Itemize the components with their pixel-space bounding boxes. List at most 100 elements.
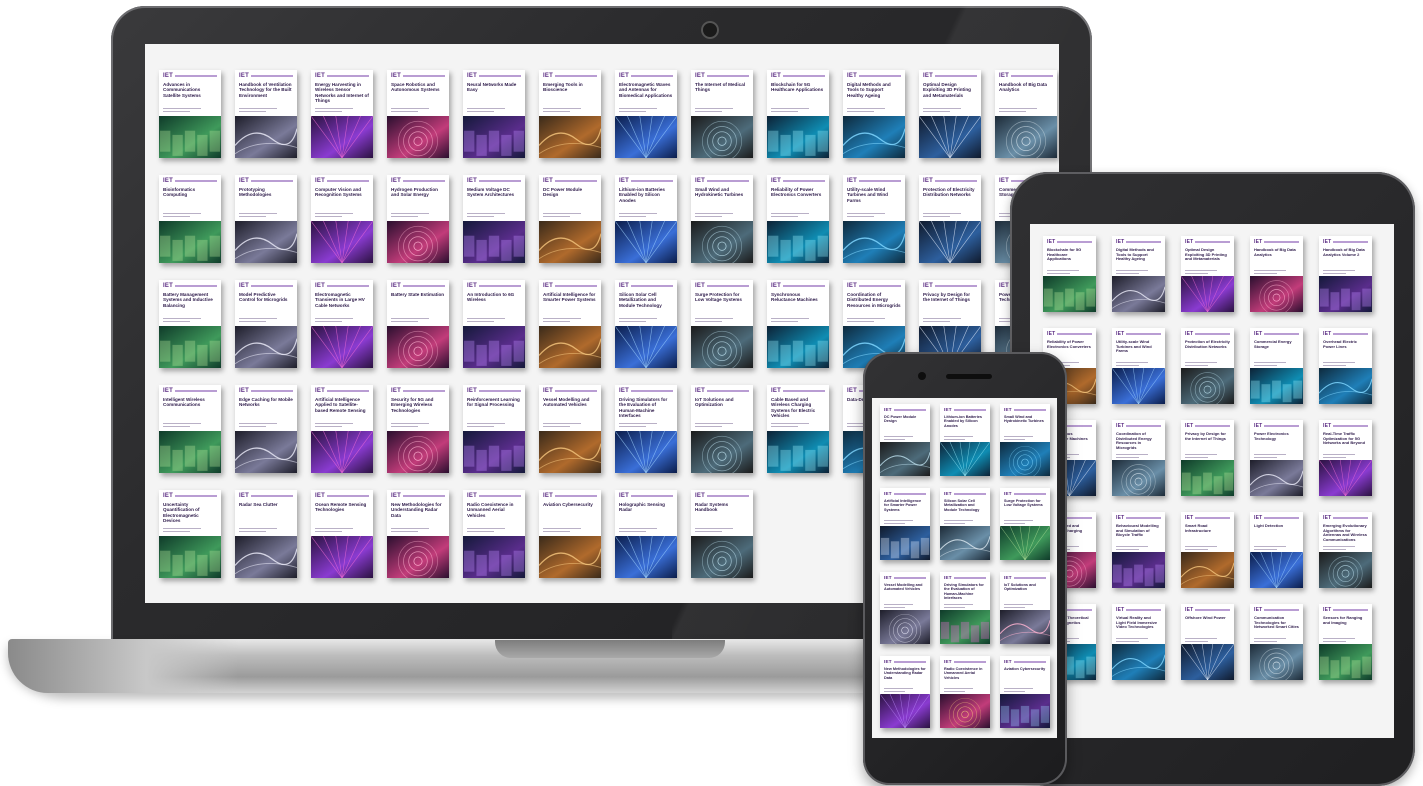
- book-title: Energy Harvesting in Wireless Sensor Net…: [315, 82, 369, 103]
- tablet-book-cover[interactable]: IET Communication Technologies for Networ…: [1250, 604, 1303, 680]
- tablet-book-cover[interactable]: IET Overhead Electric Power Lines: [1319, 328, 1372, 404]
- laptop-book-cover[interactable]: IET Reliability of Power Electronics Conv…: [767, 175, 829, 263]
- laptop-book-cover[interactable]: IET Battery State Estimation: [387, 280, 449, 368]
- phone-book-cover[interactable]: IET DC Power Module Design: [880, 404, 930, 476]
- laptop-book-cover[interactable]: IET Uncertainty Quantification of Electro…: [159, 490, 221, 578]
- laptop-book-cover[interactable]: IET Bioinformatics Computing: [159, 175, 221, 263]
- phone-book-cover[interactable]: IET New Methodologies for Understanding R…: [880, 656, 930, 728]
- laptop-book-cover[interactable]: IET Utility-scale Wind Turbines and Wind …: [843, 175, 905, 263]
- laptop-book-cover[interactable]: IET Silicon Solar Cell Metallization and …: [615, 280, 677, 368]
- tablet-book-cover[interactable]: IET Sensors for Ranging and Imaging: [1319, 604, 1372, 680]
- cover-image: [1319, 459, 1372, 496]
- phone-book-cover[interactable]: IET Lithium-ion Batteries Enabled by Sili…: [940, 404, 990, 476]
- laptop-book-cover[interactable]: IET Ocean Remote Sensing Technologies: [311, 490, 373, 578]
- book-title: Security for 5G and Emerging Wireless Te…: [391, 397, 434, 413]
- laptop-book-cover[interactable]: IET Small Wind and Hydrokinetic Turbines: [691, 175, 753, 263]
- laptop-book-cover[interactable]: IET DC Power Module Design: [539, 175, 601, 263]
- logo-rule: [478, 390, 521, 392]
- phone-book-cover[interactable]: IET IoT Solutions and Optimization: [1000, 572, 1050, 644]
- cover-meta-lines: [539, 314, 601, 326]
- laptop-book-cover[interactable]: IET Radar Sea Clutter: [235, 490, 297, 578]
- laptop-book-cover[interactable]: IET Electromagnetic Transients in Large H…: [311, 280, 373, 368]
- tablet-book-cover[interactable]: IET Coordination of Distributed Energy Re…: [1112, 420, 1165, 496]
- tablet-book-cover[interactable]: IET Blockchain for 5G Healthcare Applicat…: [1043, 236, 1096, 312]
- phone-book-cover[interactable]: IET Surge Protection for Low Voltage Syst…: [1000, 488, 1050, 560]
- tablet-book-cover[interactable]: IET Real-Time Traffic Optimization for 5G…: [1319, 420, 1372, 496]
- laptop-book-cover[interactable]: IET Advances in Communications Satellite …: [159, 70, 221, 158]
- logo-rule: [1126, 333, 1161, 335]
- laptop-book-cover[interactable]: IET Cable Based and Wireless Charging Sys…: [767, 385, 829, 473]
- logo-rule: [1333, 425, 1368, 427]
- laptop-book-cover[interactable]: IET Vessel Modelling and Automated Vehicl…: [539, 385, 601, 473]
- laptop-book-cover[interactable]: IET Handbook of Big Data Analytics: [995, 70, 1057, 158]
- tablet-book-cover[interactable]: IET Offshore Wind Power: [1181, 604, 1234, 680]
- phone-book-cover[interactable]: IET Driving Simulators for the Evaluation…: [940, 572, 990, 644]
- tablet-book-cover[interactable]: IET Handbook of Big Data Analytics: [1250, 236, 1303, 312]
- logo-rule: [782, 285, 825, 287]
- laptop-book-cover[interactable]: IET Security for 5G and Emerging Wireless…: [387, 385, 449, 473]
- laptop-book-cover[interactable]: IET Protection of Electricity Distributio…: [919, 175, 981, 263]
- laptop-book-cover[interactable]: IET Blockchain for 5G Healthcare Applicat…: [767, 70, 829, 158]
- tablet-book-cover[interactable]: IET Light Detection: [1250, 512, 1303, 588]
- laptop-book-cover[interactable]: IET Aviation Cybersecurity: [539, 490, 601, 578]
- cover-header: IET: [159, 280, 221, 289]
- laptop-book-cover[interactable]: IET Model Predictive Control for Microgri…: [235, 280, 297, 368]
- tablet-book-cover[interactable]: IET Privacy by Design for the Internet of…: [1181, 420, 1234, 496]
- phone-book-cover[interactable]: IET Radio Coexistence in Unmanned Aerial …: [940, 656, 990, 728]
- laptop-book-cover[interactable]: IET Surge Protection for Low Voltage Syst…: [691, 280, 753, 368]
- laptop-book-cover[interactable]: IET Driving Simulators for the Evaluation…: [615, 385, 677, 473]
- cover-meta-lines: [387, 419, 449, 431]
- laptop-book-cover[interactable]: IET Radio Coexistence in Unmanned Aerial …: [463, 490, 525, 578]
- phone-book-cover[interactable]: IET Small Wind and Hydrokinetic Turbines: [1000, 404, 1050, 476]
- laptop-book-cover[interactable]: IET Emerging Tools in Bioscience: [539, 70, 601, 158]
- tablet-book-cover[interactable]: IET Protection of Electricity Distributio…: [1181, 328, 1234, 404]
- phone-book-cover[interactable]: IET Artificial Intelligence for Smarter P…: [880, 488, 930, 560]
- cover-image: [387, 116, 449, 158]
- laptop-book-cover[interactable]: IET Holographic Sensing Radar: [615, 490, 677, 578]
- logo-rule: [402, 495, 445, 497]
- laptop-book-cover[interactable]: IET Lithium-ion Batteries Enabled by Sili…: [615, 175, 677, 263]
- laptop-book-cover[interactable]: IET The Internet of Medical Things: [691, 70, 753, 158]
- tablet-book-cover[interactable]: IET Smart Road Infrastructure: [1181, 512, 1234, 588]
- laptop-book-cover[interactable]: IET Reinforcement Learning for Signal Pro…: [463, 385, 525, 473]
- cover-header: IET: [1250, 420, 1303, 429]
- cover-meta-lines: [463, 524, 525, 536]
- tablet-book-cover[interactable]: IET Emerging Evolutionary Algorithms for …: [1319, 512, 1372, 588]
- laptop-book-cover[interactable]: IET Neural Networks Made Easy: [463, 70, 525, 158]
- laptop-book-cover[interactable]: IET Optimal Design Exploiting 3D Printing…: [919, 70, 981, 158]
- laptop-book-cover[interactable]: IET Hydrogen Production and Solar Energy: [387, 175, 449, 263]
- laptop-book-cover[interactable]: IET Computer Vision and Recognition Syste…: [311, 175, 373, 263]
- laptop-book-cover[interactable]: IET IoT Solutions and Optimization: [691, 385, 753, 473]
- tablet-book-cover[interactable]: IET Optimal Design Exploiting 3D Printing…: [1181, 236, 1234, 312]
- phone-book-cover[interactable]: IET Vessel Modelling and Automated Vehicl…: [880, 572, 930, 644]
- tablet-book-cover[interactable]: IET Commercial Energy Storage: [1250, 328, 1303, 404]
- tablet-book-cover[interactable]: IET Power Electronics Technology: [1250, 420, 1303, 496]
- laptop-book-cover[interactable]: IET New Methodologies for Understanding R…: [387, 490, 449, 578]
- laptop-book-cover[interactable]: IET Prototyping Methodologies: [235, 175, 297, 263]
- laptop-book-cover[interactable]: IET Edge Caching for Mobile Networks: [235, 385, 297, 473]
- laptop-book-cover[interactable]: IET Artificial Intelligence Applied to Sa…: [311, 385, 373, 473]
- laptop-book-cover[interactable]: IET Intelligent Wireless Communications: [159, 385, 221, 473]
- phone-book-cover[interactable]: IET Aviation Cybersecurity: [1000, 656, 1050, 728]
- laptop-book-cover[interactable]: IET Battery Management Systems and Induct…: [159, 280, 221, 368]
- laptop-book-cover[interactable]: IET Space Robotics and Autonomous Systems: [387, 70, 449, 158]
- tablet-book-cover[interactable]: IET Digital Methods and Tools to Support …: [1112, 236, 1165, 312]
- laptop-book-cover[interactable]: IET Artificial Intelligence for Smarter P…: [539, 280, 601, 368]
- book-title: Neural Networks Made Easy: [467, 82, 517, 93]
- laptop-book-cover[interactable]: IET An Introduction to 6G Wireless: [463, 280, 525, 368]
- laptop-book-cover[interactable]: IET Energy Harvesting in Wireless Sensor …: [311, 70, 373, 158]
- tablet-book-cover[interactable]: IET Utility-scale Wind Turbines and Wind …: [1112, 328, 1165, 404]
- laptop-book-cover[interactable]: IET Synchronous Reluctance Machines: [767, 280, 829, 368]
- publisher-logo: IET: [695, 388, 705, 394]
- phone-book-cover[interactable]: IET Silicon Solar Cell Metallization and …: [940, 488, 990, 560]
- cover-art: [691, 221, 753, 263]
- tablet-book-cover[interactable]: IET Handbook of Big Data Analytics Volume…: [1319, 236, 1372, 312]
- cover-art: [1319, 276, 1372, 312]
- tablet-book-cover[interactable]: IET Behavioural Modelling and Simulation …: [1112, 512, 1165, 588]
- laptop-book-cover[interactable]: IET Electromagnetic Waves and Antennas fo…: [615, 70, 677, 158]
- laptop-book-cover[interactable]: IET Medium Voltage DC System Architecture…: [463, 175, 525, 263]
- tablet-book-cover[interactable]: IET Virtual Reality and Light Field Immer…: [1112, 604, 1165, 680]
- laptop-book-cover[interactable]: IET Handbook of Ventilation Technology fo…: [235, 70, 297, 158]
- laptop-book-cover[interactable]: IET Radar Systems Handbook: [691, 490, 753, 578]
- laptop-book-cover[interactable]: IET Digital Methods and Tools to Support …: [843, 70, 905, 158]
